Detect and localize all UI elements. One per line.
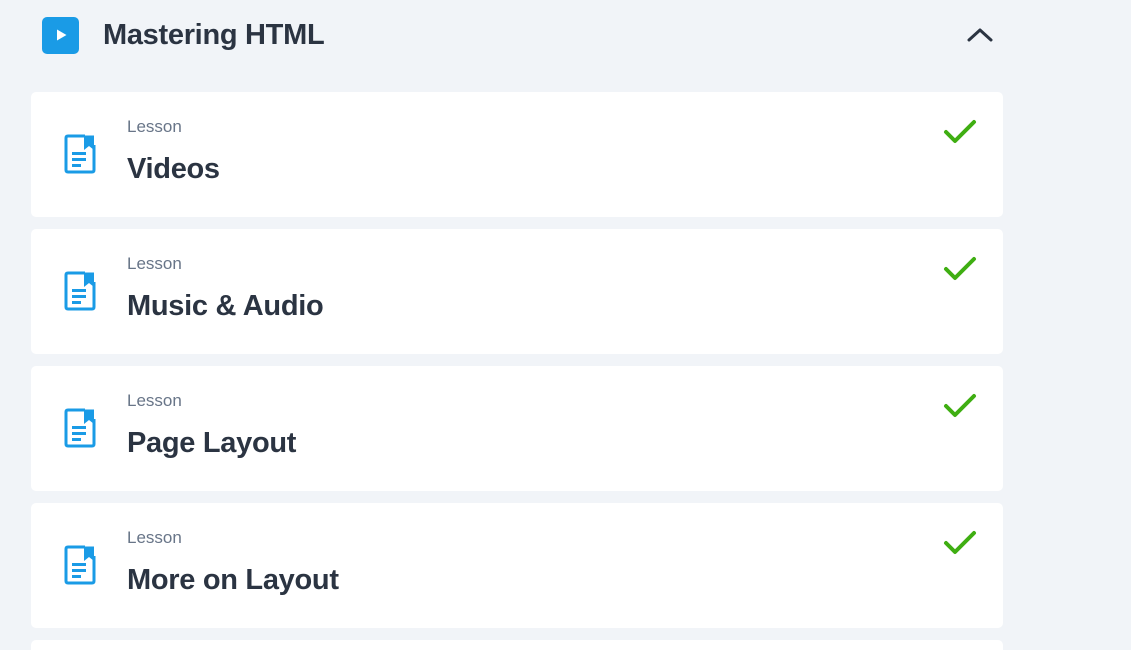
checkmark-icon [944, 120, 976, 143]
lesson-list: Lesson Videos Lesson Music & Audio Lesso… [31, 92, 1003, 650]
lesson-title: More on Layout [127, 564, 339, 596]
section-title: Mastering HTML [103, 18, 325, 51]
checkmark-icon [944, 257, 976, 280]
play-icon [42, 16, 79, 54]
lesson-type-label: Lesson [127, 117, 182, 136]
checkmark-icon [944, 394, 976, 417]
checkmark-icon [944, 531, 976, 554]
lesson-item[interactable] [31, 640, 1003, 650]
lesson-title: Page Layout [127, 427, 297, 459]
document-icon [64, 271, 96, 311]
lesson-title: Videos [127, 153, 220, 185]
document-icon [64, 408, 96, 448]
document-icon [64, 545, 96, 585]
lesson-item[interactable]: Lesson More on Layout [31, 503, 1003, 628]
lesson-item[interactable]: Lesson Music & Audio [31, 229, 1003, 354]
lesson-title: Music & Audio [127, 290, 324, 322]
lesson-item[interactable]: Lesson Page Layout [31, 366, 1003, 491]
chevron-up-icon [967, 28, 993, 42]
lesson-item[interactable]: Lesson Videos [31, 92, 1003, 217]
lesson-type-label: Lesson [127, 254, 182, 273]
lesson-type-label: Lesson [127, 528, 182, 547]
collapse-toggle-button[interactable] [963, 18, 997, 52]
document-icon [64, 134, 96, 174]
lesson-type-label: Lesson [127, 391, 182, 410]
section-header[interactable]: Mastering HTML [42, 16, 997, 54]
